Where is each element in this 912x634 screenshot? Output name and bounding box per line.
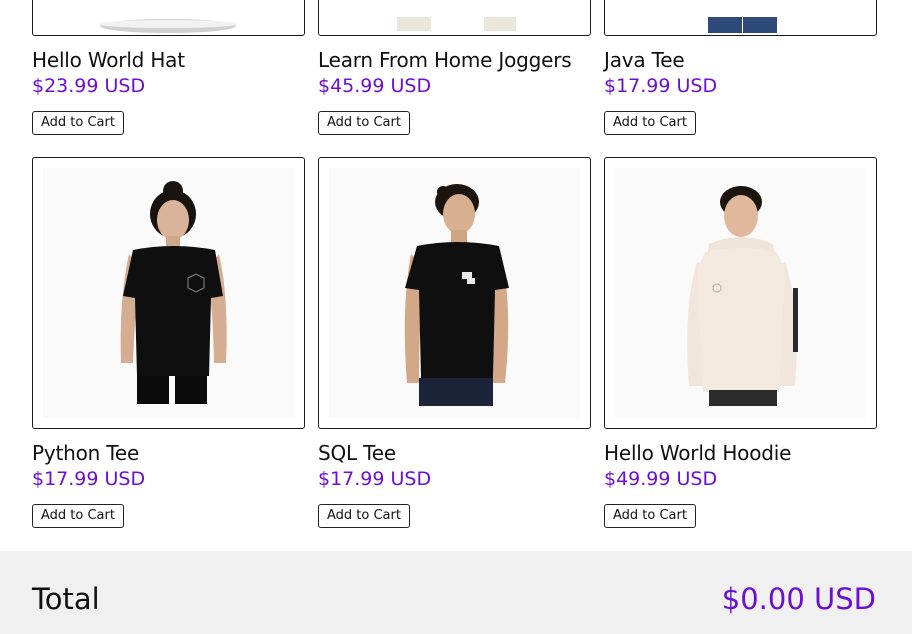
product-grid: Hello World Hat $23.99 USD Add to Cart L…	[32, 0, 877, 528]
product-price: $23.99 USD	[32, 75, 146, 97]
add-to-cart-button[interactable]: Add to Cart	[318, 111, 410, 135]
product-card: Learn From Home Joggers $45.99 USD Add t…	[318, 0, 591, 135]
product-image-hoodie[interactable]	[604, 157, 877, 429]
product-image-python-tee[interactable]	[32, 157, 305, 429]
product-image-hat[interactable]	[32, 0, 305, 36]
product-name[interactable]: Learn From Home Joggers	[318, 48, 591, 72]
product-price: $49.99 USD	[604, 468, 718, 490]
product-price: $17.99 USD	[32, 468, 146, 490]
product-price: $45.99 USD	[318, 75, 432, 97]
product-image-joggers[interactable]	[318, 0, 591, 36]
add-to-cart-button[interactable]: Add to Cart	[32, 504, 124, 528]
product-price: $17.99 USD	[318, 468, 432, 490]
total-label: Total	[32, 582, 100, 616]
add-to-cart-button[interactable]: Add to Cart	[604, 504, 696, 528]
product-image-java-tee[interactable]	[604, 0, 877, 36]
add-to-cart-button[interactable]: Add to Cart	[32, 111, 124, 135]
product-name[interactable]: SQL Tee	[318, 441, 591, 465]
product-card: Hello World Hat $23.99 USD Add to Cart	[32, 0, 305, 135]
add-to-cart-button[interactable]: Add to Cart	[318, 504, 410, 528]
product-card: Python Tee $17.99 USD Add to Cart	[32, 157, 305, 528]
product-card: Java Tee $17.99 USD Add to Cart	[604, 0, 877, 135]
cart-total-bar: Total $0.00 USD	[0, 551, 912, 634]
product-name[interactable]: Hello World Hat	[32, 48, 305, 72]
product-card: SQL Tee $17.99 USD Add to Cart	[318, 157, 591, 528]
product-image-sql-tee[interactable]	[318, 157, 591, 429]
product-name[interactable]: Java Tee	[604, 48, 877, 72]
product-name[interactable]: Python Tee	[32, 441, 305, 465]
product-name[interactable]: Hello World Hoodie	[604, 441, 877, 465]
add-to-cart-button[interactable]: Add to Cart	[604, 111, 696, 135]
product-price: $17.99 USD	[604, 75, 718, 97]
product-card: Hello World Hoodie $49.99 USD Add to Car…	[604, 157, 877, 528]
total-value: $0.00 USD	[721, 582, 876, 616]
